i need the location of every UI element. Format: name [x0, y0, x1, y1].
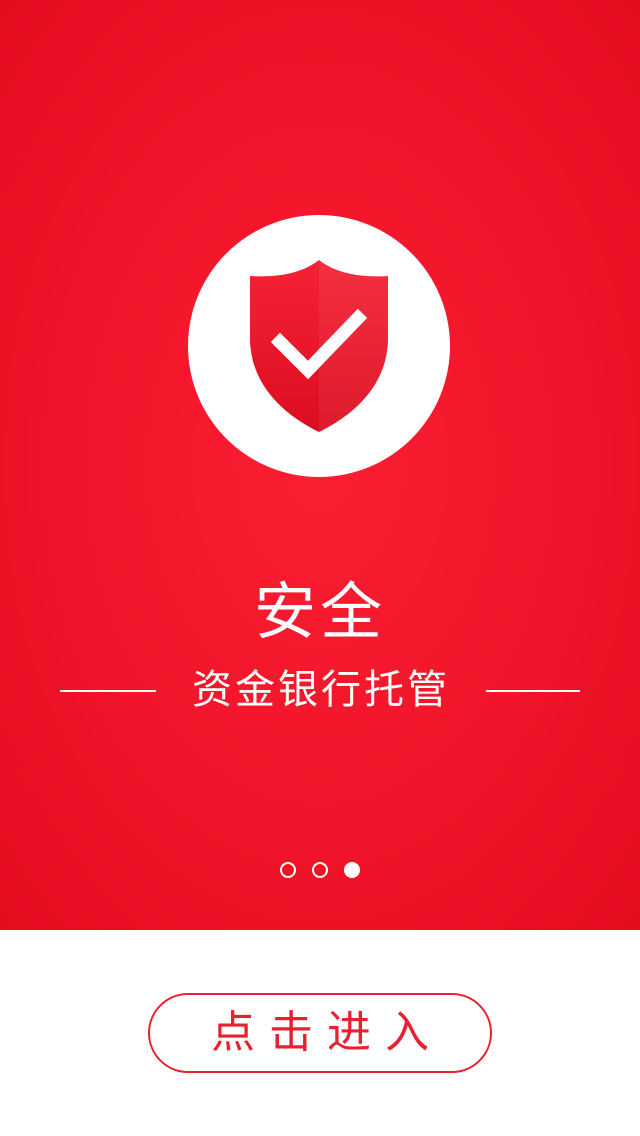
left-divider [60, 690, 156, 692]
page-dot-2[interactable] [312, 862, 328, 878]
page-indicator [0, 860, 640, 880]
shield-check-icon [246, 258, 392, 434]
enter-button[interactable]: 点击进入 [148, 993, 492, 1073]
onboarding-screen: 安全 资金银行托管 点击进入 [0, 0, 640, 1136]
page-dot-3-active[interactable] [344, 862, 360, 878]
subline-row: 资金银行托管 [0, 660, 640, 720]
headline: 安全 [253, 575, 386, 648]
page-dot-1[interactable] [280, 862, 296, 878]
subline: 资金银行托管 [192, 667, 450, 713]
right-divider [486, 690, 580, 692]
hero-banner: 安全 资金银行托管 [0, 0, 640, 930]
